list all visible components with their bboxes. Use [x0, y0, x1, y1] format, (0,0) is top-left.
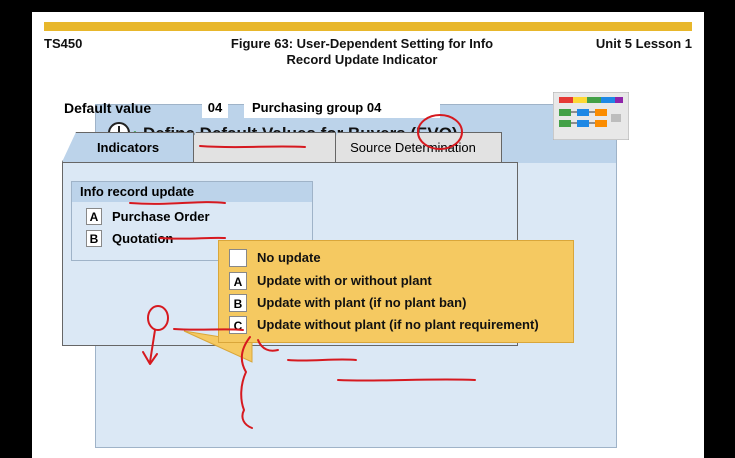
default-value-text: Purchasing group 04 [244, 98, 440, 118]
tab-blank[interactable] [182, 132, 336, 162]
callout-code-c[interactable]: C [229, 316, 247, 334]
option-code-b[interactable]: B [86, 230, 102, 247]
course-code: TS450 [44, 36, 83, 51]
tab-source-determination[interactable]: Source Determination [324, 132, 502, 162]
callout-update-with-or-without-plant: Update with or without plant [257, 273, 432, 288]
callout-code-blank[interactable] [229, 249, 247, 267]
callout-code-b[interactable]: B [229, 294, 247, 312]
option-label-quotation: Quotation [112, 231, 174, 246]
evo-logo-icon [553, 92, 629, 140]
unit-lesson: Unit 5 Lesson 1 [595, 36, 692, 51]
tab-indicators-label: Indicators [96, 140, 160, 155]
default-value-code[interactable]: 04 [202, 98, 228, 118]
option-label-purchase-order: Purchase Order [112, 209, 210, 224]
callout-update-without-plant: Update without plant (if no plant requir… [257, 317, 539, 332]
callout-no-update: No update [257, 250, 321, 265]
header-bar [44, 22, 692, 31]
figure-title-line2: Record Update Indicator [286, 52, 438, 67]
slide-page: TS450 Figure 63: User-Dependent Setting … [32, 12, 704, 458]
option-code-a[interactable]: A [86, 208, 102, 225]
tab-source-determination-label: Source Determination [350, 140, 476, 155]
update-options-callout: No update A Update with or without plant… [218, 240, 574, 343]
figure-title: Figure 63: User-Dependent Setting for In… [212, 36, 512, 68]
figure-title-line1: Figure 63: User-Dependent Setting for In… [230, 36, 494, 51]
tab-indicators[interactable]: Indicators [62, 132, 194, 162]
tab-blank-label [183, 133, 335, 162]
default-value-label: Default value [64, 100, 152, 116]
callout-code-a[interactable]: A [229, 272, 247, 290]
info-record-title: Info record update [72, 182, 312, 202]
callout-update-with-plant: Update with plant (if no plant ban) [257, 295, 467, 310]
